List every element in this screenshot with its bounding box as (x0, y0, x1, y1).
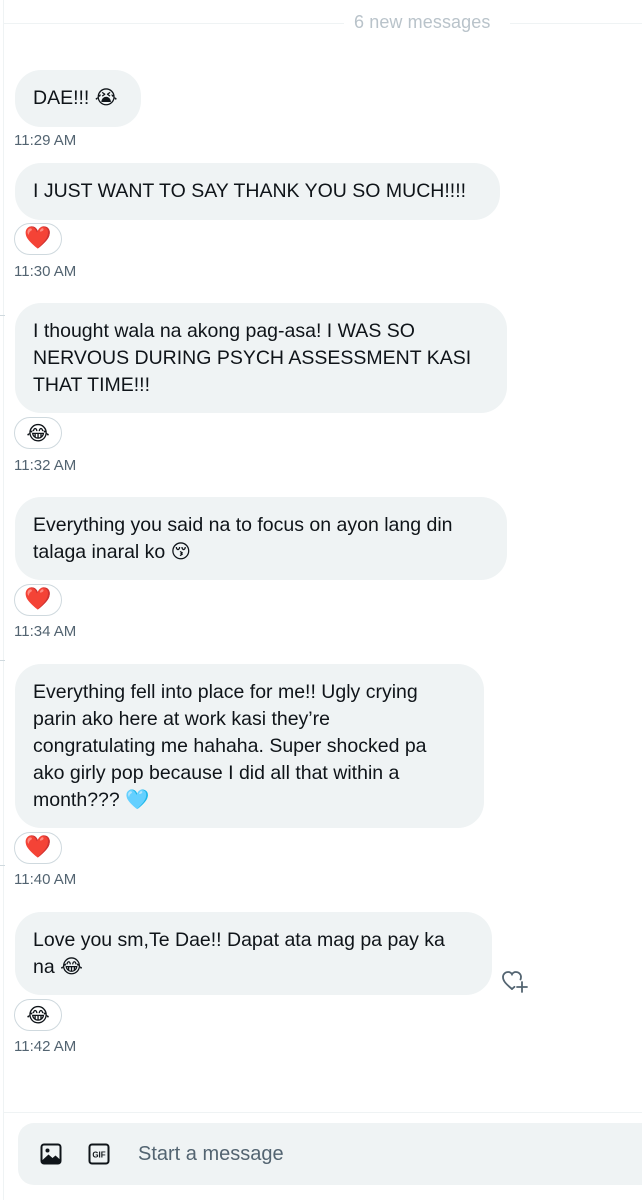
message-text-line: I JUST WANT TO SAY THANK YOU SO MUCH!!!! (33, 180, 467, 202)
message-text-line: month??? 🩵 (33, 789, 150, 811)
message-text-line: parin ako here at work kasi they’re (33, 708, 330, 730)
message-text-line: Everything fell into place for me!! Ugly… (33, 681, 418, 703)
message-text-line: DAE!!! 😭 (33, 87, 118, 109)
message-text-line: NERVOUS DURING PSYCH ASSESSMENT KASI (33, 347, 472, 369)
edge-mark (0, 865, 5, 866)
message-timestamp: 11:32 AM (14, 457, 77, 474)
image-icon[interactable] (40, 1143, 62, 1165)
gif-label: GIF (92, 1151, 105, 1160)
laughing-face-icon: 😂 (26, 421, 50, 445)
message-timestamp: 11:40 AM (14, 871, 77, 888)
message-timestamp: 11:29 AM (14, 132, 77, 149)
heart-plus-icon[interactable] (501, 968, 529, 994)
message-text-line: THAT TIME!!! (33, 374, 151, 396)
edge-mark (0, 660, 5, 661)
divider-line-left (4, 23, 344, 24)
gif-icon[interactable]: GIF (88, 1143, 110, 1165)
heart-icon: ❤️ (24, 226, 52, 251)
heart-icon: ❤️ (24, 835, 52, 860)
message-bubble[interactable]: DAE!!! 😭 (15, 70, 141, 127)
message-timestamp: 11:34 AM (14, 623, 77, 640)
message-bubble[interactable]: I JUST WANT TO SAY THANK YOU SO MUCH!!!! (15, 163, 500, 220)
message-bubble[interactable]: Everything fell into place for me!! Ugly… (15, 664, 484, 828)
heart-icon: ❤️ (24, 587, 52, 612)
laugh-reaction[interactable]: 😂 (14, 417, 62, 449)
heart-reaction[interactable]: ❤️ (14, 584, 62, 616)
message-bubble[interactable]: Everything you said na to focus on ayon … (15, 497, 507, 580)
message-bubble[interactable]: I thought wala na akong pag-asa! I WAS S… (15, 303, 507, 413)
message-text-line: I thought wala na akong pag-asa! I WAS S… (33, 320, 415, 342)
heart-reaction[interactable]: ❤️ (14, 223, 62, 255)
message-text-line: congratulating me hahaha. Super shocked … (33, 735, 427, 757)
composer-divider (3, 1112, 642, 1113)
message-text-line: talaga inaral ko 😚 (33, 541, 191, 563)
message-composer: GIF Start a message (18, 1123, 642, 1185)
message-text-line: na 😂 (33, 956, 83, 978)
message-text-line: Everything you said na to focus on ayon … (33, 514, 453, 536)
message-timestamp: 11:30 AM (14, 263, 77, 280)
left-border (3, 0, 4, 1200)
new-messages-divider: 6 new messages (354, 12, 491, 32)
message-bubble[interactable]: Love you sm,Te Dae!! Dapat ata mag pa pa… (15, 912, 492, 995)
message-text-line: Love you sm,Te Dae!! Dapat ata mag pa pa… (33, 929, 445, 951)
laughing-face-icon: 😂 (26, 1003, 50, 1027)
divider-line-right (510, 23, 642, 24)
heart-reaction[interactable]: ❤️ (14, 832, 62, 864)
message-input[interactable]: Start a message (138, 1143, 284, 1166)
edge-mark (0, 315, 5, 316)
message-timestamp: 11:42 AM (14, 1038, 77, 1055)
laugh-reaction[interactable]: 😂 (14, 999, 62, 1031)
message-text-line: ako girly pop because I did all that wit… (33, 762, 400, 784)
